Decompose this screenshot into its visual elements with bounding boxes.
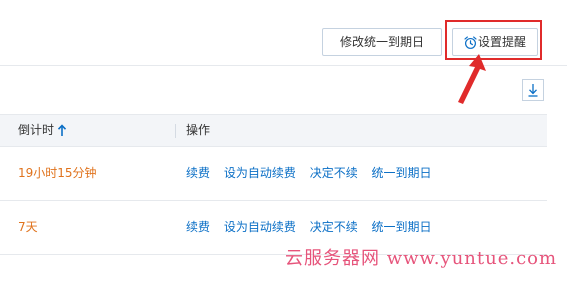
countdown-cell: 7天 — [18, 220, 38, 234]
table-header: 倒计时 操作 — [0, 114, 547, 147]
modify-expiry-date-label: 修改统一到期日 — [339, 35, 424, 49]
annotation-arrow-icon — [458, 54, 486, 104]
auto-renew-link[interactable]: 设为自动续费 — [224, 220, 296, 234]
download-button[interactable] — [522, 79, 544, 101]
decline-renewal-link[interactable]: 决定不续 — [310, 220, 358, 234]
row-actions: 续费 设为自动续费 决定不续 统一到期日 — [186, 147, 442, 200]
download-icon — [528, 84, 538, 97]
unify-expiry-link[interactable]: 统一到期日 — [372, 166, 432, 180]
column-divider — [175, 124, 176, 138]
table-row: 19小时15分钟 续费 设为自动续费 决定不续 统一到期日 — [0, 147, 547, 201]
renew-link[interactable]: 续费 — [186, 220, 210, 234]
modify-expiry-date-button[interactable]: 修改统一到期日 — [322, 28, 442, 56]
decline-renewal-link[interactable]: 决定不续 — [310, 166, 358, 180]
unify-expiry-link[interactable]: 统一到期日 — [372, 220, 432, 234]
renew-link[interactable]: 续费 — [186, 166, 210, 180]
column-header-countdown[interactable]: 倒计时 — [18, 115, 54, 146]
sort-ascending-icon[interactable] — [57, 124, 67, 137]
column-header-operations: 操作 — [186, 123, 211, 137]
auto-renew-link[interactable]: 设为自动续费 — [224, 166, 296, 180]
watermark: 云服务器网 www.yuntue.com — [285, 248, 558, 269]
countdown-cell: 19小时15分钟 — [18, 166, 97, 180]
